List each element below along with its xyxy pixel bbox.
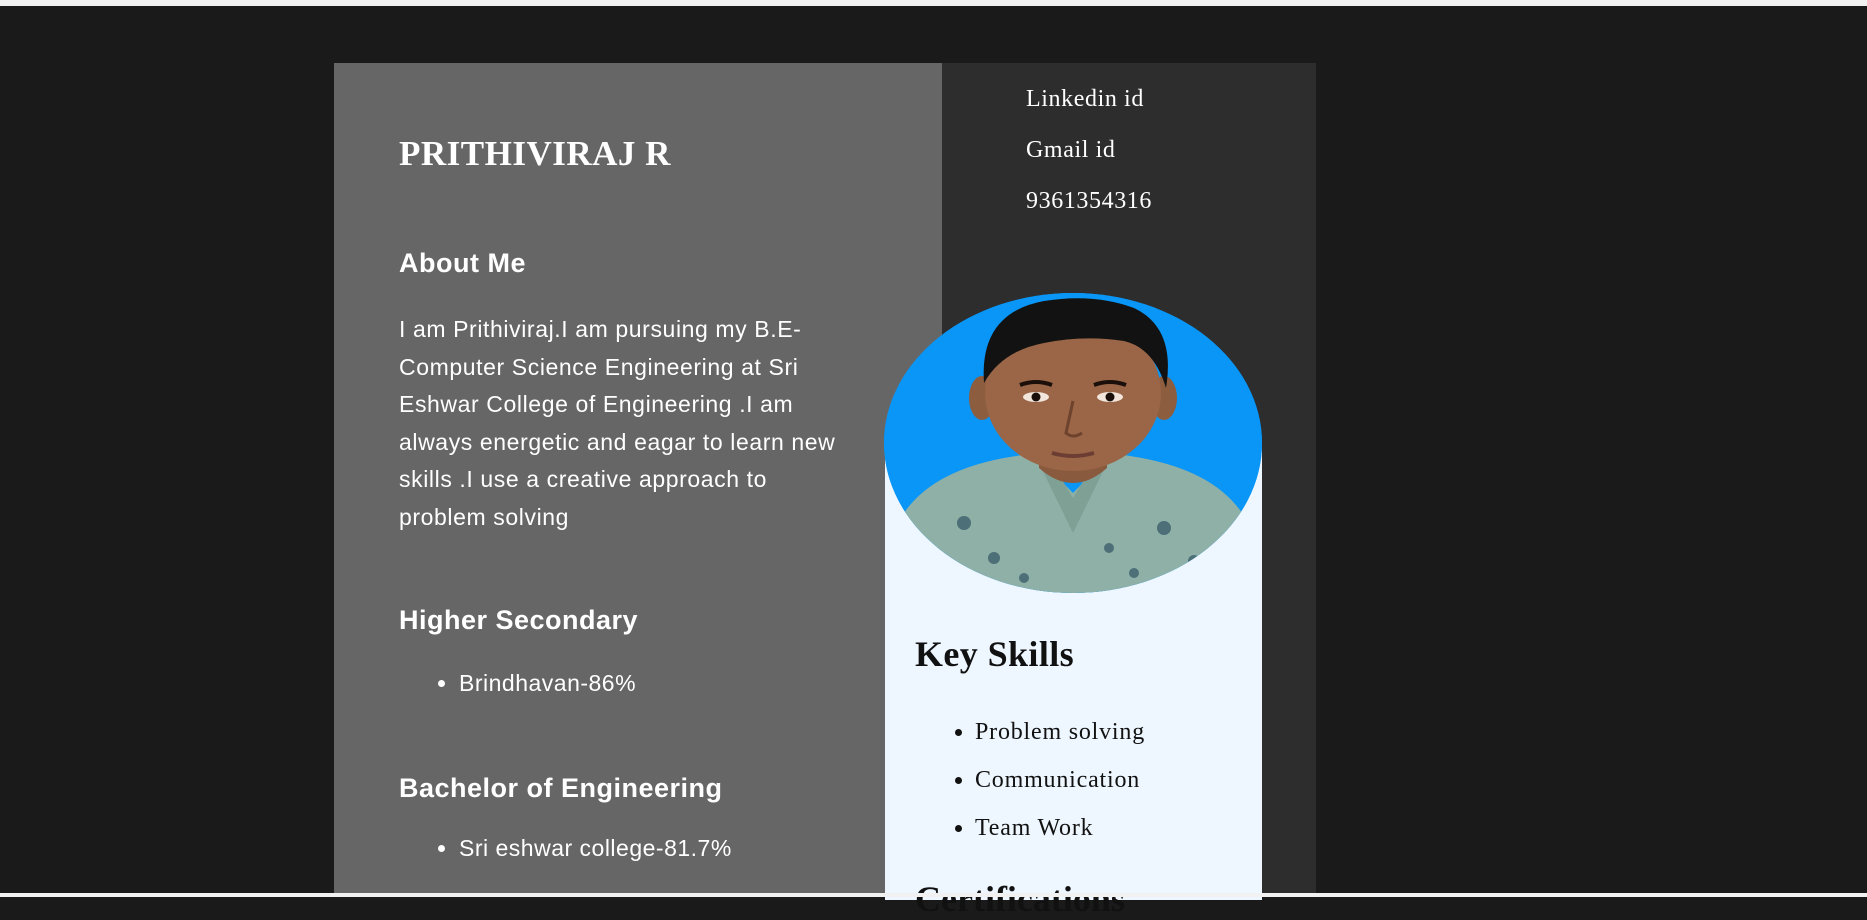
about-me-text: I am Prithiviraj.I am pursuing my B.E-Co… <box>399 316 836 530</box>
list-item: Team Work <box>975 806 1145 854</box>
gmail-link[interactable]: Gmail id <box>1026 137 1115 164</box>
top-border <box>0 0 1867 6</box>
bottom-border <box>0 893 1867 897</box>
about-me-heading: About Me <box>399 248 526 278</box>
resume-name: PRITHIVIRAJ R <box>399 134 671 173</box>
list-item: Communication <box>975 758 1145 806</box>
bachelor-list: Sri eshwar college-81.7% <box>399 833 732 863</box>
list-item: Brindhavan-86% <box>459 668 636 698</box>
certifications-heading: Certifications <box>915 879 1125 919</box>
key-skills-list: Problem solving Communication Team Work <box>915 710 1145 854</box>
bachelor-heading: Bachelor of Engineering <box>399 773 723 803</box>
list-item: Sri eshwar college-81.7% <box>459 833 732 863</box>
list-item: Problem solving <box>975 710 1145 758</box>
phone-number: 9361354316 <box>1026 188 1152 214</box>
linkedin-link[interactable]: Linkedin id <box>1026 86 1144 113</box>
higher-secondary-list: Brindhavan-86% <box>399 668 636 698</box>
profile-photo-illustration <box>884 293 1262 593</box>
key-skills-heading: Key Skills <box>915 634 1075 674</box>
higher-secondary-heading: Higher Secondary <box>399 605 639 635</box>
profile-photo <box>884 293 1262 593</box>
